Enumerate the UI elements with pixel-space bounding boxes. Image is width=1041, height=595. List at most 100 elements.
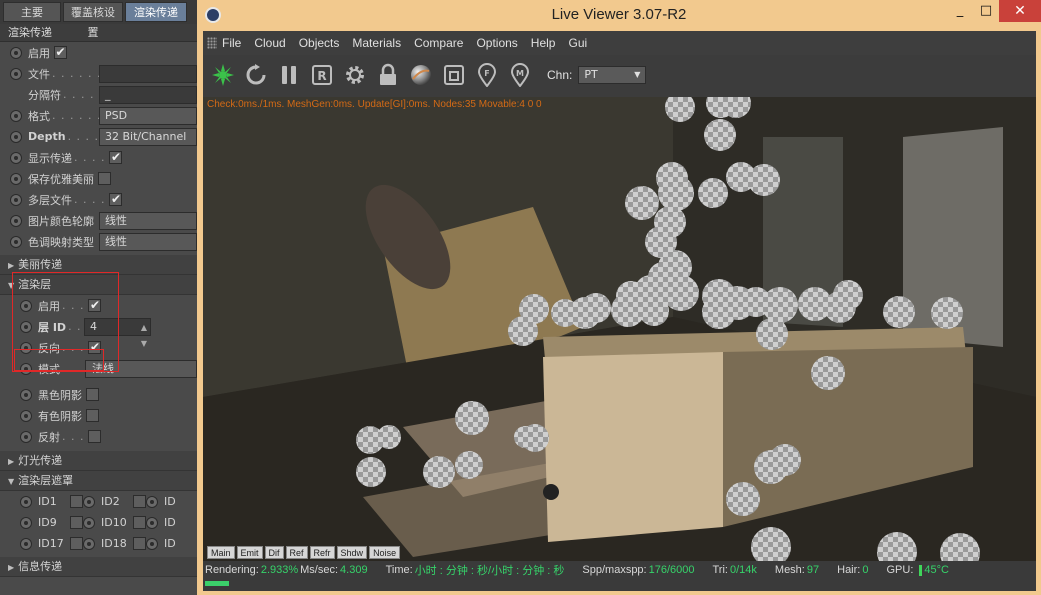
- depth-select[interactable]: 32 Bit/Channel: [99, 127, 197, 146]
- grip-icon[interactable]: [207, 37, 217, 49]
- pass-emit-button[interactable]: Emit: [236, 546, 263, 559]
- material-picker-icon[interactable]: M: [507, 62, 533, 88]
- enable-label: 启用: [28, 46, 50, 60]
- mask-id-checkbox[interactable]: [133, 495, 146, 508]
- format-select[interactable]: PSD: [99, 106, 197, 125]
- refresh-icon[interactable]: [243, 62, 269, 88]
- radio-icon[interactable]: [10, 235, 22, 248]
- gpu-temp-value: 45°C: [924, 564, 949, 576]
- render-progress-fill: [205, 581, 229, 586]
- clay-mode-icon[interactable]: [441, 62, 467, 88]
- pass-ref-button[interactable]: Ref: [285, 546, 308, 559]
- pass-main-button[interactable]: Main: [207, 546, 235, 559]
- save-beauty-checkbox[interactable]: [98, 172, 111, 185]
- black-shadow-checkbox[interactable]: [86, 388, 99, 401]
- mask-id-checkbox[interactable]: [133, 516, 146, 529]
- radio-icon[interactable]: [10, 130, 22, 143]
- mask-id-label: ID: [164, 495, 176, 508]
- title-bar[interactable]: Live Viewer 3.07-R2 _ □ ✕: [197, 0, 1041, 30]
- radio-icon[interactable]: [146, 495, 158, 508]
- color-shadow-checkbox[interactable]: [86, 409, 99, 422]
- radio-icon[interactable]: [20, 388, 32, 401]
- mask-id-checkbox[interactable]: [133, 537, 146, 550]
- render-viewport[interactable]: Check:0ms./1ms. MeshGen:0ms. Update[GI]:…: [203, 97, 1036, 561]
- menu-objects[interactable]: Objects: [299, 36, 340, 50]
- radio-icon[interactable]: [146, 516, 158, 529]
- radio-icon[interactable]: [83, 516, 95, 529]
- gear-icon[interactable]: [342, 62, 368, 88]
- close-button[interactable]: ✕: [999, 0, 1041, 22]
- radio-icon[interactable]: [20, 430, 32, 443]
- menu-compare[interactable]: Compare: [414, 36, 463, 50]
- radio-icon[interactable]: [20, 409, 32, 422]
- channel-value: PT: [584, 68, 598, 81]
- channel-select[interactable]: PT ▼: [578, 66, 647, 84]
- mask-id-label: ID9: [38, 516, 57, 529]
- pass-dif-button[interactable]: Dif: [264, 546, 284, 559]
- multilayer-checkbox[interactable]: ✔: [109, 193, 123, 206]
- info-passes-section[interactable]: ▶ 信息传递: [0, 557, 197, 577]
- rendering-value: 2.933%: [260, 564, 299, 576]
- radio-icon[interactable]: [10, 193, 22, 206]
- lock-icon[interactable]: [375, 62, 401, 88]
- mask-id-label: ID17: [38, 537, 64, 550]
- row-format: 格式 . . . . . . . . . PSD: [0, 105, 197, 126]
- separator-input[interactable]: _: [99, 85, 197, 104]
- radio-icon[interactable]: [146, 537, 158, 550]
- tab-override-kernel[interactable]: 覆盖核设置: [63, 2, 123, 39]
- menu-bar: File Cloud Objects Materials Compare Opt…: [203, 31, 1036, 55]
- section-title: 渲染传递: [0, 24, 197, 42]
- show-passes-label: 显示传递: [28, 151, 72, 165]
- mask-id-checkbox[interactable]: [70, 495, 83, 508]
- radio-icon[interactable]: [10, 67, 22, 80]
- menu-gui[interactable]: Gui: [568, 36, 587, 50]
- mask-id-checkbox[interactable]: [70, 516, 83, 529]
- spp-label: Spp/maxspp:: [582, 564, 647, 576]
- color-profile-label: 图片颜色轮廓: [28, 214, 94, 228]
- info-passes-title: 信息传递: [18, 560, 63, 573]
- render-layer-mask-section[interactable]: ▼ 渲染层遮罩: [0, 471, 197, 491]
- radio-icon[interactable]: [20, 537, 32, 550]
- menu-help[interactable]: Help: [531, 36, 556, 50]
- menu-file[interactable]: File: [222, 36, 241, 50]
- radio-icon[interactable]: [20, 516, 32, 529]
- radio-icon[interactable]: [10, 172, 22, 185]
- menu-materials[interactable]: Materials: [352, 36, 401, 50]
- minimize-button[interactable]: _: [947, 0, 973, 22]
- reflection-checkbox[interactable]: [88, 430, 102, 443]
- radio-icon[interactable]: [10, 214, 22, 227]
- pass-noise-button[interactable]: Noise: [369, 546, 401, 559]
- menu-cloud[interactable]: Cloud: [254, 36, 285, 50]
- tab-main[interactable]: 主要: [3, 2, 61, 22]
- radio-icon[interactable]: [10, 46, 22, 59]
- mask-id-checkbox[interactable]: [70, 537, 83, 550]
- tab-render-passes[interactable]: 渲染传递: [125, 2, 187, 22]
- pause-icon[interactable]: [276, 62, 302, 88]
- ms-label: Ms/sec:: [300, 564, 339, 576]
- tonemap-type-select[interactable]: 线性: [99, 232, 197, 251]
- radio-icon[interactable]: [83, 537, 95, 550]
- render-layer-mask-title: 渲染层遮罩: [18, 474, 74, 487]
- pass-refr-button[interactable]: Refr: [309, 546, 335, 559]
- time-label: Time:: [385, 564, 413, 576]
- enable-checkbox[interactable]: ✔: [54, 46, 67, 59]
- radio-icon[interactable]: [83, 495, 95, 508]
- radio-icon[interactable]: [10, 109, 22, 122]
- radio-icon[interactable]: [20, 495, 32, 508]
- maximize-button[interactable]: □: [973, 0, 999, 22]
- focus-picker-icon[interactable]: F: [474, 62, 500, 88]
- region-render-icon[interactable]: R: [309, 62, 335, 88]
- color-profile-select[interactable]: 线性: [99, 211, 197, 230]
- multilayer-label: 多层文件: [28, 193, 72, 207]
- radio-icon[interactable]: [10, 151, 22, 164]
- file-input[interactable]: [99, 64, 197, 83]
- menu-options[interactable]: Options: [476, 36, 517, 50]
- pass-shdw-button[interactable]: Shdw: [336, 546, 368, 559]
- reflection-label: 反射: [38, 430, 60, 444]
- octane-render-icon[interactable]: [210, 62, 236, 88]
- show-passes-checkbox[interactable]: ✔: [109, 151, 123, 164]
- light-passes-section[interactable]: ▶ 灯光传递: [0, 451, 197, 471]
- gpu-usage-bar: [919, 564, 923, 576]
- render-progress-bar: [203, 579, 1036, 591]
- material-ball-icon[interactable]: [408, 62, 434, 88]
